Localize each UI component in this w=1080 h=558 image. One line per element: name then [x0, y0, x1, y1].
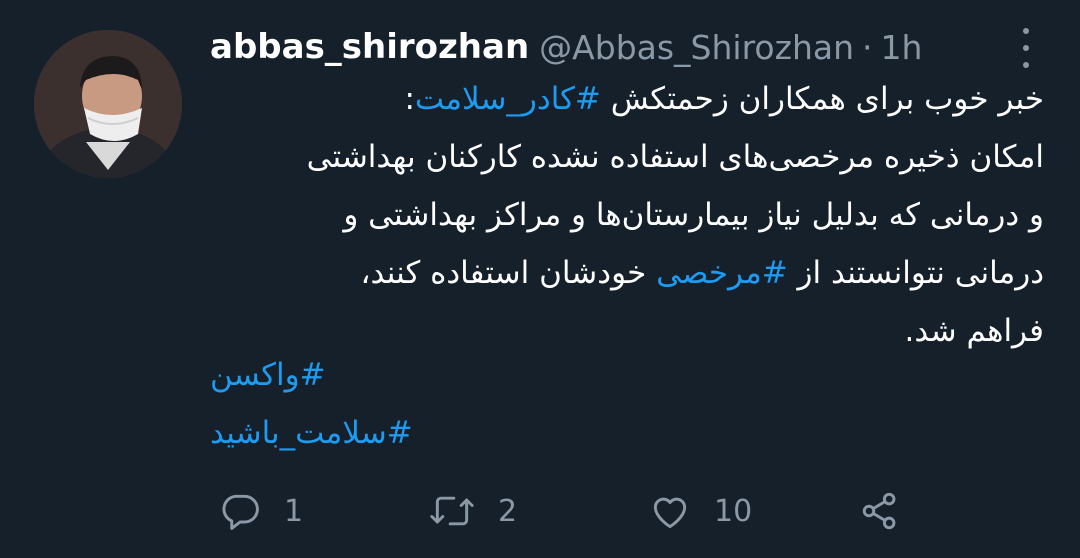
tweet-line-1-text: خبر خوب برای همکاران زحمتکش	[600, 81, 1044, 117]
share-button[interactable]	[858, 484, 902, 538]
like-button[interactable]: 10	[648, 484, 752, 538]
tweet-actions: 1 2 10	[210, 484, 1040, 538]
share-icon	[862, 492, 896, 530]
tweet-text: خبر خوب برای همکاران زحمتکش #کادر_سلامت:…	[196, 70, 1044, 360]
user-handle[interactable]: @Abbas_Shirozhan	[539, 28, 854, 67]
hashtag-list: #واکسن #سلامت_باشید	[210, 346, 413, 462]
username[interactable]: abbas_shirozhan	[210, 27, 529, 67]
hashtag-salamat-bashid[interactable]: #سلامت_باشید	[210, 404, 413, 462]
tweet-line-4-text: درمانی نتوانستند از	[787, 255, 1044, 291]
avatar-photo	[34, 30, 182, 178]
tweet-line-2: امکان ذخیره مرخصی‌های استفاده نشده کارکن…	[306, 139, 1044, 175]
retweet-icon	[430, 496, 474, 526]
reply-count: 1	[284, 493, 304, 529]
avatar[interactable]	[34, 30, 182, 178]
hashtag-morakhasi[interactable]: #مرخصی	[656, 255, 788, 291]
reply-icon	[222, 494, 259, 530]
tweet-line-1-punct: :	[404, 81, 415, 117]
reply-button[interactable]: 1	[218, 484, 303, 538]
tweet-line-4: درمانی نتوانستند از #مرخصی خودشان استفاد…	[196, 244, 1044, 302]
more-vertical-icon[interactable]	[1014, 28, 1038, 68]
hashtag-kadr-salamat[interactable]: #کادر_سلامت	[415, 81, 601, 117]
tweet-line-4-rest: خودشان استفاده کنند،	[360, 255, 657, 291]
tweet-header: abbas_shirozhan @Abbas_Shirozhan · 1h	[210, 24, 1040, 70]
like-count: 10	[714, 493, 753, 529]
separator-dot: ·	[862, 27, 873, 67]
tweet-line-1: خبر خوب برای همکاران زحمتکش #کادر_سلامت:	[196, 70, 1044, 128]
retweet-button[interactable]: 2	[428, 484, 517, 538]
timestamp[interactable]: 1h	[881, 28, 923, 67]
hashtag-vaccine[interactable]: #واکسن	[210, 346, 413, 404]
heart-icon	[653, 497, 687, 529]
tweet-line-3: و درمانی که بدلیل نیاز بیمارستان‌ها و مر…	[343, 197, 1044, 233]
retweet-count: 2	[498, 493, 518, 529]
